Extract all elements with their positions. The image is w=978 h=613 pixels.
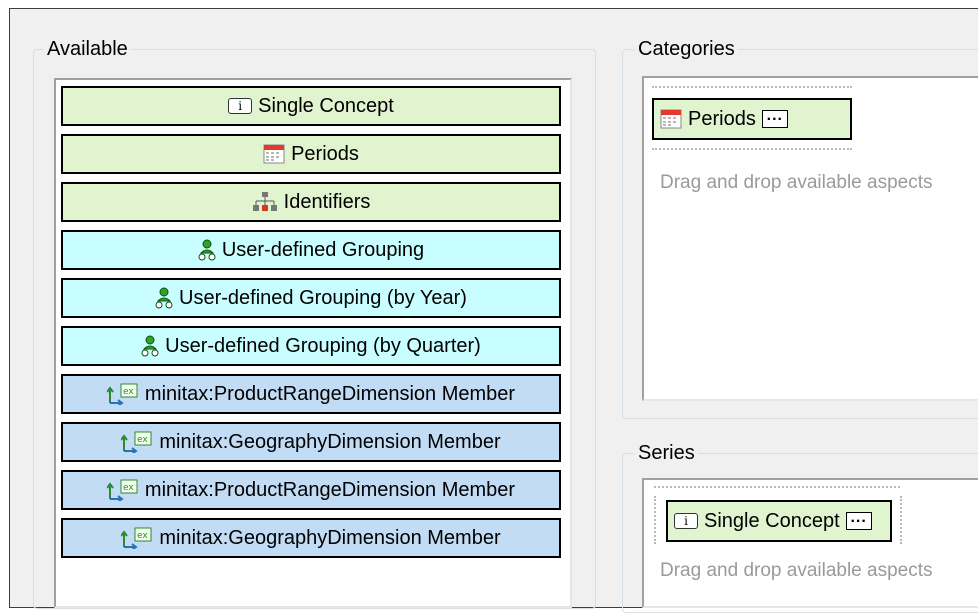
available-item-label: minitax:ProductRangeDimension Member [144, 383, 516, 405]
available-item-label: Periods [291, 143, 359, 165]
categories-dropzone[interactable]: Periods ... Drag and drop available aspe… [642, 76, 978, 401]
svg-text:ex: ex [123, 387, 134, 397]
available-item-label: User-defined Grouping [221, 239, 425, 261]
series-chip-single-concept[interactable]: i Single Concept ... [666, 500, 892, 542]
drop-indicator-top [652, 86, 852, 88]
available-item-product-range[interactable]: ex minitax:ProductRangeDimension Member [61, 374, 561, 414]
available-item-user-grouping[interactable]: User-defined Grouping [61, 230, 561, 270]
available-item-label: minitax:GeographyDimension Member [159, 431, 501, 453]
available-item-label: Single Concept [258, 95, 394, 117]
available-item-label: User-defined Grouping (by Quarter) [165, 335, 481, 357]
info-icon: i [674, 513, 698, 529]
svg-text:ex: ex [123, 483, 134, 493]
categories-chip-periods[interactable]: Periods ... [652, 98, 852, 140]
series-hint: Drag and drop available aspects [660, 560, 933, 581]
available-item-label: User-defined Grouping (by Year) [179, 287, 467, 309]
drop-indicator-bottom [652, 148, 852, 150]
chip-menu-button[interactable]: ... [845, 510, 872, 530]
available-item-geography[interactable]: ex minitax:GeographyDimension Member [61, 422, 561, 462]
chip-menu-button[interactable]: ... [761, 108, 788, 128]
hierarchy-icon [252, 192, 277, 211]
available-title: Available [44, 37, 131, 61]
series-title: Series [635, 441, 698, 465]
user-group-icon [198, 239, 216, 261]
available-item-user-grouping-quarter[interactable]: User-defined Grouping (by Quarter) [61, 326, 561, 366]
available-list[interactable]: i Single Concept Periods Identifiers Use… [54, 78, 572, 608]
dimension-icon: ex [106, 383, 138, 405]
available-item-label: minitax:ProductRangeDimension Member [144, 479, 516, 501]
svg-text:ex: ex [137, 435, 148, 445]
available-item-user-grouping-year[interactable]: User-defined Grouping (by Year) [61, 278, 561, 318]
categories-title: Categories [635, 37, 738, 61]
available-item-single-concept[interactable]: i Single Concept [61, 86, 561, 126]
series-chip-label: Single Concept [704, 510, 840, 532]
drop-indicator-left [654, 496, 656, 544]
available-item-label: minitax:GeographyDimension Member [159, 527, 501, 549]
categories-hint: Drag and drop available aspects [660, 172, 933, 193]
dimension-icon: ex [121, 431, 152, 453]
categories-chip-label: Periods [688, 108, 756, 130]
svg-text:ex: ex [137, 531, 148, 541]
available-item-product-range-2[interactable]: ex minitax:ProductRangeDimension Member [61, 470, 561, 510]
available-item-identifiers[interactable]: Identifiers [61, 182, 561, 222]
user-group-icon [141, 335, 159, 357]
available-item-geography-2[interactable]: ex minitax:GeographyDimension Member [61, 518, 561, 558]
calendar-icon [660, 109, 682, 129]
drop-indicator-right [900, 496, 902, 544]
calendar-icon [263, 144, 285, 164]
info-icon: i [228, 98, 253, 114]
available-item-label: Identifiers [283, 191, 371, 213]
user-group-icon [155, 287, 173, 309]
drop-indicator-top [654, 486, 900, 488]
series-dropzone[interactable]: i Single Concept ... Drag and drop avail… [642, 478, 978, 608]
dimension-icon: ex [121, 527, 152, 549]
dimension-icon: ex [106, 479, 138, 501]
available-item-periods[interactable]: Periods [61, 134, 561, 174]
